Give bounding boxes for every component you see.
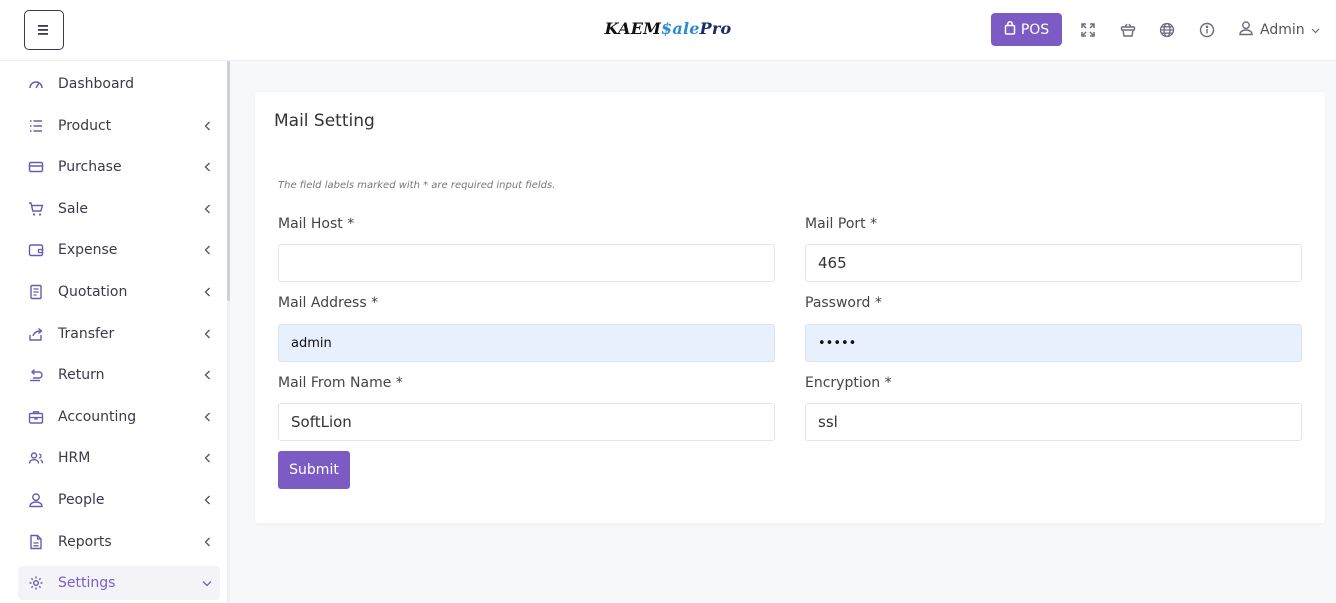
chevron-left-icon (200, 202, 214, 216)
hamburger-icon (37, 21, 51, 40)
sidebar-item-label: Return (58, 367, 105, 383)
submit-button[interactable]: Submit (278, 451, 350, 489)
encryption-input[interactable] (805, 403, 1302, 441)
wallet-icon (27, 241, 45, 259)
user-icon (1238, 20, 1254, 40)
sidebar-item-label: Quotation (58, 284, 128, 300)
sidebar-item-sale[interactable]: Sale (18, 192, 220, 226)
globe-icon[interactable] (1158, 21, 1176, 39)
sidebar-item-accounting[interactable]: Accounting (18, 400, 220, 434)
chevron-left-icon (200, 327, 214, 341)
user-icon (27, 491, 45, 509)
sidebar-item-label: People (58, 492, 105, 508)
mail-host-input[interactable] (278, 244, 775, 282)
sidebar-scrollbar[interactable] (227, 61, 230, 603)
sidebar-item-expense[interactable]: Expense (18, 233, 220, 267)
chevron-down-icon (200, 576, 214, 590)
chevron-left-icon (200, 451, 214, 465)
dashboard-icon (27, 75, 45, 93)
sidebar-item-label: Sale (58, 201, 88, 217)
mail-address-input[interactable] (278, 324, 775, 362)
sidebar-item-label: HRM (58, 450, 91, 466)
user-name: Admin (1260, 22, 1305, 38)
top-header: KAEM$alePro POS Admin (0, 0, 1336, 61)
gear-icon (27, 574, 45, 592)
chevron-left-icon (200, 285, 214, 299)
sidebar-item-purchase[interactable]: Purchase (18, 150, 220, 184)
sidebar-item-label: Purchase (58, 159, 122, 175)
report-icon (27, 533, 45, 551)
sidebar-item-label: Transfer (58, 326, 115, 342)
list-icon (27, 117, 45, 135)
chevron-left-icon (200, 535, 214, 549)
sidebar-item-people[interactable]: People (18, 483, 220, 517)
mail-port-label: Mail Port * (805, 216, 878, 232)
user-menu[interactable]: Admin (1238, 20, 1320, 40)
sidebar-item-reports[interactable]: Reports (18, 525, 220, 559)
sidebar-item-label: Product (58, 118, 112, 134)
pos-label: POS (1020, 21, 1050, 38)
mail-address-label: Mail Address * (278, 295, 379, 311)
briefcase-icon (27, 408, 45, 426)
pos-button[interactable]: POS (991, 13, 1062, 46)
document-icon (27, 283, 45, 301)
required-fields-note: The field labels marked with * are requi… (278, 180, 556, 191)
sidebar-item-label: Dashboard (58, 76, 134, 92)
sidebar-item-return[interactable]: Return (18, 358, 220, 392)
password-label: Password * (805, 295, 882, 311)
sidebar-item-hrm[interactable]: HRM (18, 441, 220, 475)
mail-setting-card: Mail Setting The field labels marked wit… (255, 92, 1325, 523)
info-icon[interactable] (1198, 21, 1216, 39)
logo-text-kaem: KAEM (604, 19, 662, 38)
logo-text-pro: Pro (699, 19, 732, 38)
sidebar-item-dashboard[interactable]: Dashboard (18, 67, 220, 101)
sidebar-item-product[interactable]: Product (18, 109, 220, 143)
sidebar-item-transfer[interactable]: Transfer (18, 317, 220, 351)
cart-icon (27, 200, 45, 218)
menu-toggle-button[interactable] (24, 10, 64, 50)
return-icon (27, 366, 45, 384)
sidebar-item-quotation[interactable]: Quotation (18, 275, 220, 309)
chevron-left-icon (200, 493, 214, 507)
share-icon (27, 325, 45, 343)
sidebar-item-settings[interactable]: Settings (18, 566, 220, 600)
mail-from-name-label: Mail From Name * (278, 375, 403, 391)
chevron-left-icon (200, 368, 214, 382)
chevron-down-icon (1311, 22, 1320, 38)
logo-text-sale: $ale (661, 19, 700, 38)
page-title: Mail Setting (274, 111, 375, 131)
password-input[interactable] (805, 324, 1302, 362)
basket-icon[interactable] (1119, 21, 1137, 39)
chevron-left-icon (200, 119, 214, 133)
sidebar-item-label: Settings (58, 575, 116, 591)
sidebar-item-label: Expense (58, 242, 118, 258)
bag-icon (1004, 20, 1016, 39)
fullscreen-icon[interactable] (1079, 21, 1097, 39)
encryption-label: Encryption * (805, 375, 892, 391)
sidebar-item-label: Reports (58, 534, 112, 550)
users-icon (27, 449, 45, 467)
chevron-left-icon (200, 160, 214, 174)
mail-port-input[interactable] (805, 244, 1302, 282)
chevron-left-icon (200, 243, 214, 257)
mail-host-label: Mail Host * (278, 216, 355, 232)
sidebar-item-label: Accounting (58, 409, 137, 425)
chevron-left-icon (200, 410, 214, 424)
mail-from-name-input[interactable] (278, 403, 775, 441)
card-icon (27, 158, 45, 176)
